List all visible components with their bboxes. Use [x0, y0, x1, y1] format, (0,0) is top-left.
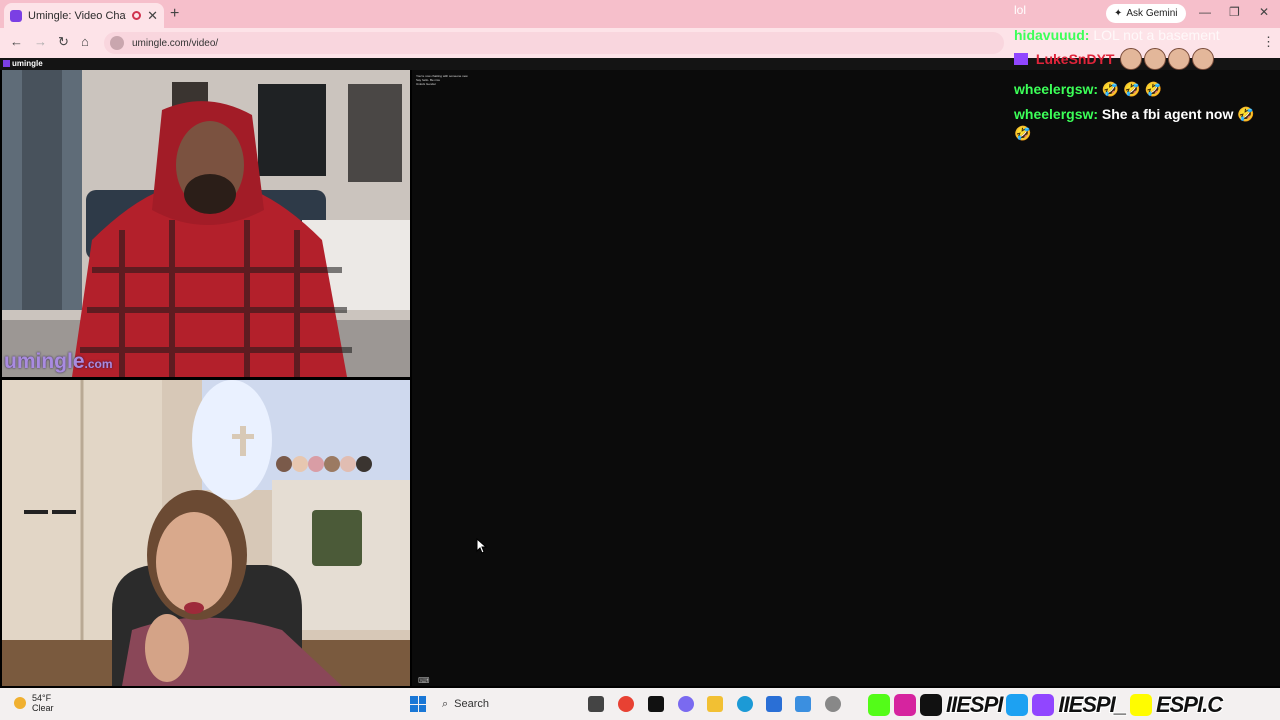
settings-icon[interactable] — [825, 696, 841, 712]
store-icon[interactable] — [766, 696, 782, 712]
face-emote-icon — [1144, 48, 1166, 70]
face-emote-icon — [1120, 48, 1142, 70]
logo-icon — [3, 60, 10, 67]
chat-message: She a fbi agent now 🤣 — [1101, 106, 1255, 122]
social-handle: IIESPI — [946, 692, 1003, 717]
chat-panel — [412, 70, 1280, 686]
umingle-favicon-icon — [10, 9, 22, 22]
back-icon[interactable]: ← — [10, 34, 23, 49]
face-emote-icon — [1192, 48, 1214, 70]
moon-icon — [14, 697, 26, 709]
chat-line: hidavuuud: LOL not a basement — [1014, 27, 1220, 43]
brand-suffix: .com — [84, 357, 113, 371]
chat-line: wheelergsw: 🤣 🤣 🤣 — [1014, 81, 1162, 98]
tiktok-icon — [920, 694, 942, 716]
screen: Umingle: Video Chat with S ✕ + ✦ Ask Gem… — [0, 0, 1280, 720]
chrome-icon[interactable] — [618, 696, 634, 712]
chat-line: LukeSnDYT — [1014, 51, 1114, 67]
temperature: 54°F — [32, 693, 52, 703]
self-video-frame — [2, 380, 410, 686]
social-handle: ESPI.C — [1155, 692, 1223, 717]
chat-username: LukeSnDYT — [1035, 51, 1115, 67]
kick-icon — [868, 694, 890, 716]
chat-username: wheelergsw: — [1014, 81, 1099, 97]
chat-username: wheelergsw: — [1014, 106, 1099, 122]
face-emote-icon — [1168, 48, 1190, 70]
gemini-icon: ✦ — [1114, 8, 1123, 19]
search-label: Search — [454, 698, 490, 710]
forward-icon[interactable]: → — [34, 34, 47, 49]
social-handle: IIESPI_ — [1058, 692, 1127, 717]
stranger-video-frame — [2, 70, 410, 377]
chat-notice: You're now chatting with someone new Say… — [416, 74, 468, 86]
instagram-icon — [894, 694, 916, 716]
chat-input-icon[interactable]: ⌨ — [418, 676, 430, 685]
restore-icon[interactable]: ❐ — [1229, 5, 1240, 19]
edge-icon[interactable] — [737, 696, 753, 712]
ask-gemini-label: Ask Gemini — [1126, 8, 1178, 19]
twitch-badge-icon — [1014, 53, 1028, 65]
mail-icon[interactable] — [795, 696, 811, 712]
menu-icon[interactable]: ⋮ — [1262, 34, 1275, 50]
chat-message: lol — [1014, 3, 1027, 17]
snapchat-icon — [1129, 694, 1152, 716]
search-icon: ⌕ — [442, 697, 449, 710]
task-view-icon[interactable] — [588, 696, 604, 712]
notice-line[interactable]: Unlock Gender — [416, 82, 468, 86]
twitch-icon — [1032, 694, 1055, 716]
capcut-icon[interactable] — [648, 696, 664, 712]
url-text: umingle.com/video/ — [132, 37, 219, 49]
emote-row — [1120, 48, 1214, 70]
site-logo-text: umingle — [12, 59, 43, 68]
self-video — [2, 380, 410, 686]
umingle-watermark: umingle.com — [4, 350, 113, 374]
chat-line: wheelergsw: She a fbi agent now 🤣 — [1014, 106, 1255, 123]
browser-tab[interactable]: Umingle: Video Chat with S ✕ — [4, 3, 164, 28]
social-handles: IIESPI IIESPI_ ESPI.C — [868, 690, 1223, 720]
chat-message: 🤣 — [1014, 125, 1032, 141]
close-tab-icon[interactable]: ✕ — [147, 8, 158, 24]
site-info-icon[interactable] — [110, 36, 124, 50]
url-field[interactable]: umingle.com/video/ — [104, 32, 1004, 54]
start-button[interactable] — [410, 696, 426, 712]
stranger-video — [2, 70, 410, 377]
new-tab-button[interactable]: + — [170, 5, 179, 23]
twitter-icon — [1006, 694, 1029, 716]
home-icon[interactable]: ⌂ — [81, 34, 89, 49]
recording-icon — [132, 11, 142, 20]
file-explorer-icon[interactable] — [707, 696, 723, 712]
reload-icon[interactable]: ↻ — [58, 34, 69, 50]
ask-gemini-button[interactable]: ✦ Ask Gemini — [1106, 4, 1186, 23]
close-window-icon[interactable]: ✕ — [1259, 5, 1269, 19]
minimize-icon[interactable]: — — [1199, 5, 1211, 19]
browser-tab-bar: Umingle: Video Chat with S ✕ + ✦ Ask Gem… — [0, 0, 1280, 28]
site-logo[interactable]: umingle — [3, 59, 43, 68]
brand-main: umingle — [4, 350, 85, 373]
weather-widget[interactable]: 54°F Clear — [14, 693, 54, 713]
tab-title: Umingle: Video Chat with S — [28, 9, 126, 22]
weather-condition: Clear — [32, 703, 54, 713]
taskbar-search[interactable]: ⌕ Search — [438, 693, 578, 715]
chat-username: hidavuuud: — [1014, 27, 1090, 43]
copilot-icon[interactable] — [678, 696, 694, 712]
chat-message: LOL not a basement — [1093, 27, 1220, 43]
mouse-cursor-icon — [476, 538, 488, 554]
chat-message: 🤣 🤣 🤣 — [1101, 81, 1162, 97]
